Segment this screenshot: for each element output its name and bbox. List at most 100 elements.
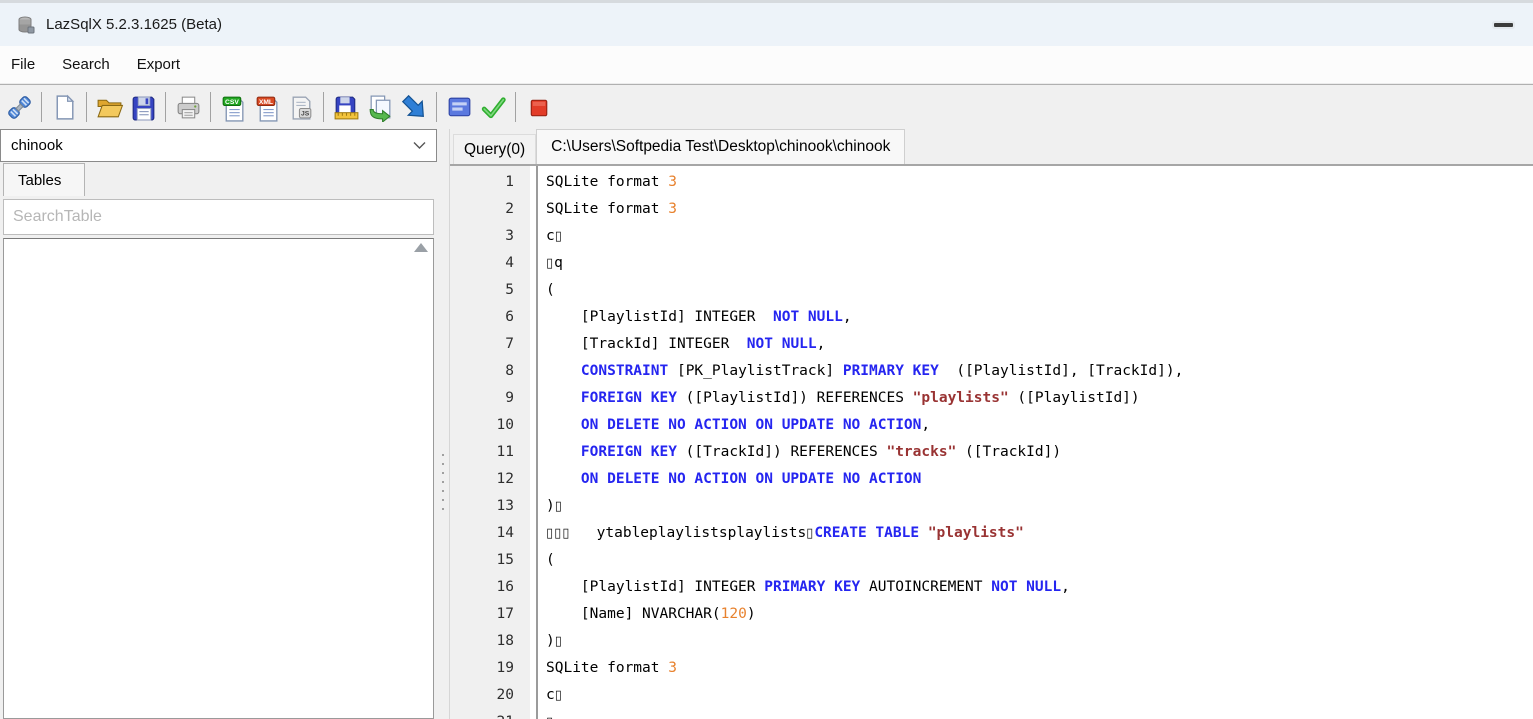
save-button[interactable]: [126, 90, 160, 124]
line-number: 19: [450, 655, 530, 682]
line-number: 2: [450, 196, 530, 223]
tab-file-path[interactable]: C:\Users\Softpedia Test\Desktop\chinook\…: [536, 129, 905, 164]
editor-line: 13)▯: [450, 493, 1533, 520]
tab-tables[interactable]: Tables: [3, 163, 85, 196]
export-csv-button[interactable]: CSV: [216, 90, 250, 124]
toolbar-separator: [41, 92, 42, 122]
line-content: [PlaylistId] INTEGER NOT NULL,: [530, 304, 852, 331]
line-content: FOREIGN KEY ([PlaylistId]) REFERENCES "p…: [530, 385, 1140, 412]
editor-line: 6 [PlaylistId] INTEGER NOT NULL,: [450, 304, 1533, 331]
menubar: File Search Export: [0, 46, 1533, 84]
line-number: 4: [450, 250, 530, 277]
minimize-button[interactable]: [1494, 23, 1513, 27]
line-content: CONSTRAINT [PK_PlaylistTrack] PRIMARY KE…: [530, 358, 1183, 385]
editor-line: 20c▯: [450, 682, 1533, 709]
search-table-input[interactable]: [3, 199, 434, 235]
line-content: SQLite format 3: [530, 196, 677, 223]
copy-results-button[interactable]: [363, 90, 397, 124]
line-number: 1: [450, 169, 530, 196]
database-icon: [16, 15, 36, 35]
main-area: chinook Tables Query(0) C:\Users\Softpe: [0, 129, 1533, 719]
menu-file[interactable]: File: [11, 56, 35, 73]
export-xml-button[interactable]: XML: [250, 90, 284, 124]
line-content: c▯: [530, 223, 563, 250]
toolbar: CSV XML JS: [0, 84, 1533, 129]
line-number: 15: [450, 547, 530, 574]
line-content: (: [530, 547, 555, 574]
show-query-window-button[interactable]: [442, 90, 476, 124]
svg-text:CSV: CSV: [225, 98, 239, 105]
toolbar-separator: [86, 92, 87, 122]
line-content: )▯: [530, 628, 563, 655]
save-results-button[interactable]: [329, 90, 363, 124]
tab-file-path-label: C:\Users\Softpedia Test\Desktop\chinook\…: [551, 138, 890, 156]
copy-results-icon: [366, 93, 395, 122]
line-content: )▯: [530, 493, 563, 520]
editor-line: 14▯▯▯ ytableplaylistsplaylists▯CREATE TA…: [450, 520, 1533, 547]
new-query-button[interactable]: [47, 90, 81, 124]
line-number: 13: [450, 493, 530, 520]
line-number: 11: [450, 439, 530, 466]
query-window-icon: [445, 93, 474, 122]
editor-line: 1SQLite format 3: [450, 169, 1533, 196]
execute-button[interactable]: [476, 90, 510, 124]
open-file-button[interactable]: [92, 90, 126, 124]
panel-splitter[interactable]: [437, 129, 450, 719]
run-script-button[interactable]: [397, 90, 431, 124]
line-number: 9: [450, 385, 530, 412]
line-number: 7: [450, 331, 530, 358]
connection-select[interactable]: chinook: [0, 129, 437, 162]
menu-export[interactable]: Export: [137, 56, 180, 73]
tab-tables-label: Tables: [18, 172, 61, 189]
editor-line: 10 ON DELETE NO ACTION ON UPDATE NO ACTI…: [450, 412, 1533, 439]
connect-button[interactable]: [2, 90, 36, 124]
line-content: ON DELETE NO ACTION ON UPDATE NO ACTION,: [530, 412, 930, 439]
line-number: 17: [450, 601, 530, 628]
toolbar-separator: [515, 92, 516, 122]
run-arrow-icon: [400, 93, 429, 122]
editor-line: 19SQLite format 3: [450, 655, 1533, 682]
stop-button[interactable]: [521, 90, 555, 124]
chevron-down-icon: [413, 141, 426, 150]
line-content: SQLite format 3: [530, 169, 677, 196]
line-number: 5: [450, 277, 530, 304]
editor-line: 4▯q: [450, 250, 1533, 277]
line-content: [TrackId] INTEGER NOT NULL,: [530, 331, 825, 358]
connection-select-value: chinook: [11, 137, 63, 154]
titlebar: LazSqlX 5.2.3.1625 (Beta): [0, 0, 1533, 46]
toolbar-separator: [165, 92, 166, 122]
editor-line: 8 CONSTRAINT [PK_PlaylistTrack] PRIMARY …: [450, 358, 1533, 385]
line-content: SQLite format 3: [530, 655, 677, 682]
editor-lines: 1SQLite format 32SQLite format 33c▯4▯q5(…: [450, 169, 1533, 719]
editor-line: 18)▯: [450, 628, 1533, 655]
line-number: 10: [450, 412, 530, 439]
editor-line: 21▯: [450, 709, 1533, 719]
left-tabstrip: Tables: [0, 162, 437, 196]
export-json-button[interactable]: JS: [284, 90, 318, 124]
line-number: 8: [450, 358, 530, 385]
line-content: c▯: [530, 682, 563, 709]
toolbar-separator: [436, 92, 437, 122]
line-number: 21: [450, 709, 530, 719]
query-tabstrip: Query(0) C:\Users\Softpedia Test\Desktop…: [450, 129, 1533, 166]
sql-editor[interactable]: 1SQLite format 32SQLite format 33c▯4▯q5(…: [450, 166, 1533, 719]
line-content: ▯▯▯ ytableplaylistsplaylists▯CREATE TABL…: [530, 520, 1024, 547]
tables-listbox[interactable]: [3, 238, 434, 719]
print-button[interactable]: [171, 90, 205, 124]
editor-line: 9 FOREIGN KEY ([PlaylistId]) REFERENCES …: [450, 385, 1533, 412]
menu-search[interactable]: Search: [62, 56, 110, 73]
gutter-separator: [536, 166, 538, 719]
tab-query[interactable]: Query(0): [453, 134, 536, 164]
line-content: ▯q: [530, 250, 563, 277]
toolbar-separator: [210, 92, 211, 122]
line-number: 3: [450, 223, 530, 250]
editor-line: 16 [PlaylistId] INTEGER PRIMARY KEY AUTO…: [450, 574, 1533, 601]
stop-icon: [524, 93, 553, 122]
line-number: 20: [450, 682, 530, 709]
splitter-grip-icon: [442, 454, 444, 510]
open-folder-icon: [95, 93, 124, 122]
scroll-up-arrow-icon[interactable]: [414, 243, 428, 252]
line-content: [Name] NVARCHAR(120): [530, 601, 756, 628]
connect-icon: [5, 93, 34, 122]
window-title: LazSqlX 5.2.3.1625 (Beta): [46, 16, 222, 33]
